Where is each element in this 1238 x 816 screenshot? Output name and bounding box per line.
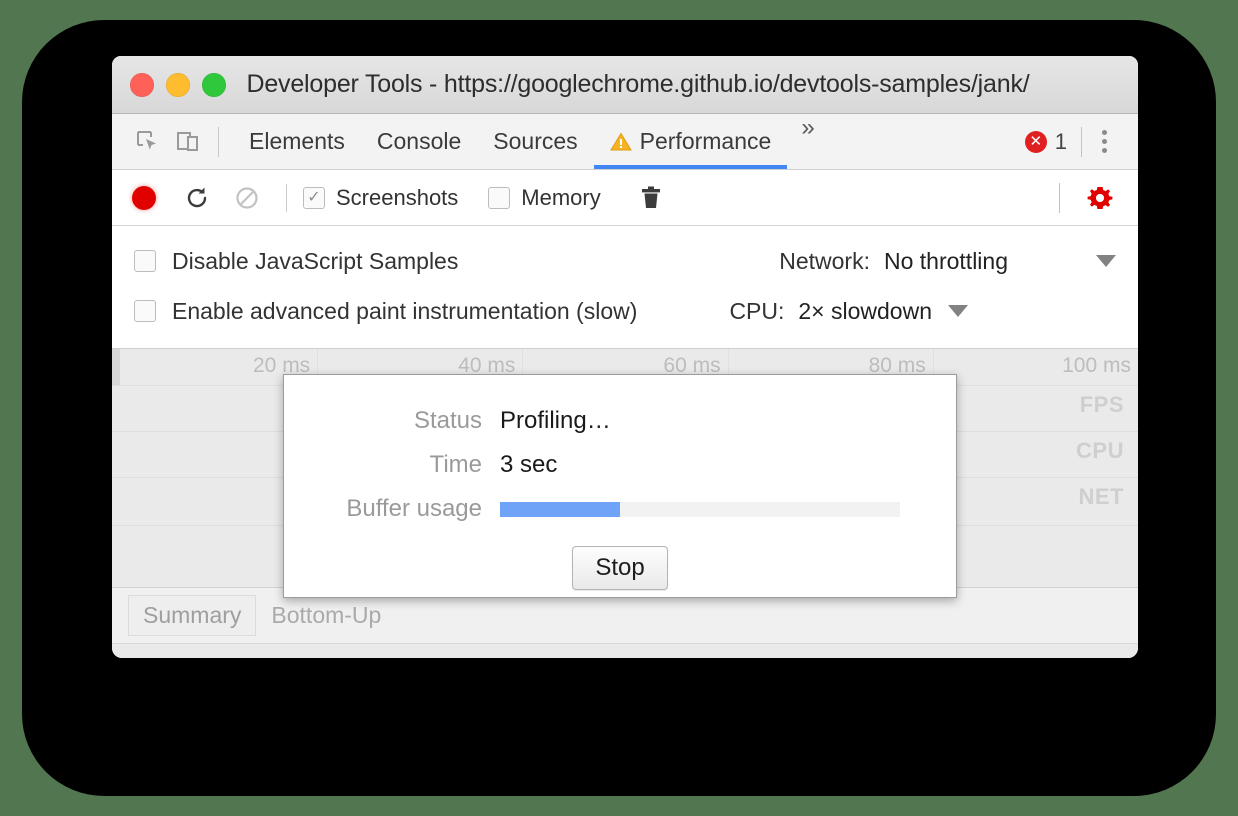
memory-checkbox-group[interactable]: Memory [488, 184, 601, 211]
memory-label: Memory [521, 184, 601, 210]
kebab-menu-icon[interactable] [1082, 130, 1126, 153]
network-throttling-select[interactable]: Network: No throttling [779, 248, 1138, 275]
details-pane-empty [112, 644, 1138, 658]
tab-console-label: Console [376, 128, 462, 154]
inspect-cursor-icon[interactable] [128, 122, 168, 162]
cpu-value: 2× slowdown [798, 297, 932, 324]
maximize-window-button[interactable] [202, 72, 226, 97]
tab-performance-label: Performance [639, 128, 772, 154]
tab-elements-label: Elements [249, 128, 345, 154]
window-title: Developer Tools - https://googlechrome.g… [246, 70, 1030, 98]
performance-controls-toolbar: ✓ Screenshots Memory [112, 170, 1138, 226]
bottom-tab-bottom-up[interactable]: Bottom-Up [256, 595, 396, 636]
record-button[interactable] [132, 185, 156, 210]
bottom-tab-summary[interactable]: Summary [128, 595, 257, 636]
screenshots-label: Screenshots [336, 184, 459, 210]
timeline-track-net-label: NET [1078, 484, 1124, 509]
dialog-row-time: Time 3 sec [284, 446, 956, 484]
chevron-down-icon [948, 305, 968, 317]
buffer-usage-label: Buffer usage [346, 495, 482, 522]
tab-elements[interactable]: Elements [233, 114, 361, 169]
error-count-badge[interactable]: ✕ 1 [1024, 128, 1081, 155]
network-value: No throttling [883, 247, 1008, 274]
tab-performance[interactable]: Performance [593, 114, 788, 169]
dialog-actions: Stop [284, 546, 956, 590]
screenshots-checkbox-group[interactable]: ✓ Screenshots [303, 185, 458, 211]
status-label: Status [413, 407, 482, 434]
ruler-tick-100ms: 100 ms [1062, 354, 1131, 377]
advanced-paint-checkbox[interactable] [134, 300, 156, 322]
warning-triangle-icon [609, 132, 632, 152]
clear-recording-icon[interactable] [228, 179, 266, 217]
disable-js-samples-checkbox[interactable] [134, 250, 156, 272]
cpu-label: CPU: [729, 297, 785, 324]
disable-js-samples-label: Disable JavaScript Samples [172, 247, 459, 274]
capture-settings-panel: Disable JavaScript Samples Network: No t… [112, 226, 1138, 349]
timeline-track-cpu-label: CPU [1076, 438, 1124, 463]
stop-button[interactable]: Stop [572, 546, 668, 590]
window-titlebar: Developer Tools - https://googlechrome.g… [112, 56, 1138, 114]
more-tabs-chevron-icon[interactable]: » [787, 114, 826, 169]
window-traffic-lights [130, 72, 226, 97]
tab-sources-label: Sources [493, 128, 578, 154]
gear-icon[interactable] [1078, 176, 1122, 220]
recording-progress-dialog: Status Profiling… Time 3 sec Buffer usag… [283, 374, 957, 598]
buffer-usage-progress-fill [500, 501, 620, 517]
screenshots-checkbox[interactable]: ✓ [303, 186, 325, 209]
controls-right-group [1059, 176, 1122, 220]
network-label: Network: [779, 247, 870, 274]
tabbar-divider [218, 126, 219, 157]
status-value: Profiling… [500, 407, 611, 434]
tab-console[interactable]: Console [361, 114, 477, 169]
time-label: Time [429, 451, 482, 478]
time-value: 3 sec [500, 451, 558, 478]
devtools-tabs: Elements Console Sources Performance » [233, 114, 827, 169]
close-window-button[interactable] [130, 72, 154, 97]
dialog-row-status: Status Profiling… [284, 402, 956, 440]
trash-icon[interactable] [631, 178, 671, 218]
reload-and-record-icon[interactable] [178, 179, 216, 217]
memory-checkbox[interactable] [488, 186, 511, 209]
dialog-row-buffer: Buffer usage [284, 490, 956, 528]
settings-row-network: Disable JavaScript Samples Network: No t… [112, 236, 1138, 286]
devtools-tabbar: Elements Console Sources Performance » ✕… [112, 114, 1138, 170]
error-count-label: 1 [1054, 128, 1067, 154]
dialog-rows: Status Profiling… Time 3 sec Buffer usag… [284, 375, 956, 528]
advanced-paint-group[interactable]: Enable advanced paint instrumentation (s… [134, 298, 637, 325]
tab-sources[interactable]: Sources [477, 114, 593, 169]
timeline-track-fps-label: FPS [1079, 392, 1124, 417]
chevron-down-icon [1096, 255, 1116, 267]
settings-row-cpu: Enable advanced paint instrumentation (s… [112, 286, 1138, 336]
buffer-usage-progressbar [500, 501, 900, 517]
minimize-window-button[interactable] [166, 72, 190, 97]
device-toolbar-icon[interactable] [168, 122, 208, 162]
cpu-throttling-select[interactable]: CPU: 2× slowdown [729, 298, 1138, 325]
error-circle-icon: ✕ [1024, 130, 1047, 153]
controls-divider [286, 183, 287, 212]
disable-js-samples-group[interactable]: Disable JavaScript Samples [134, 248, 458, 275]
advanced-paint-label: Enable advanced paint instrumentation (s… [172, 297, 638, 324]
tabbar-right-group: ✕ 1 [1024, 126, 1126, 157]
controls-right-divider [1059, 182, 1060, 213]
